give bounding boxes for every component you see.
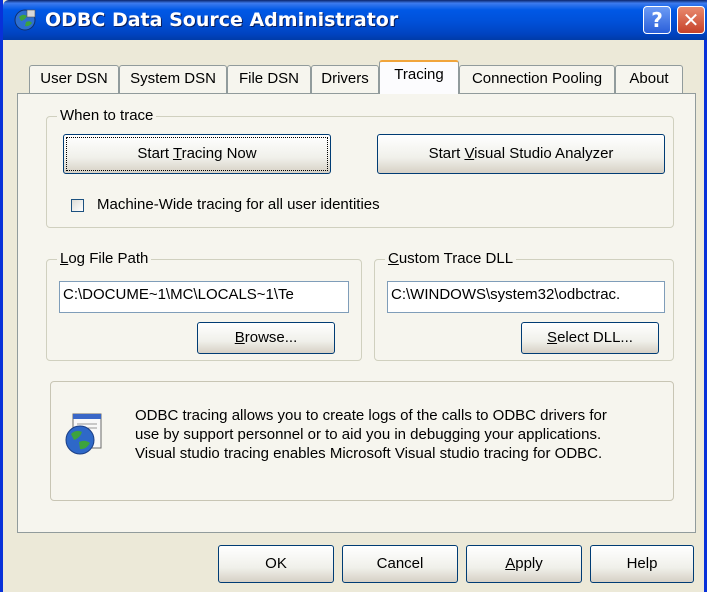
legend-text: ustom Trace DLL	[398, 250, 514, 267]
tab-label: Connection Pooling	[471, 70, 603, 87]
btn-access-key: T	[172, 145, 182, 162]
info-description: ODBC tracing allows you to create logs o…	[135, 406, 667, 463]
btn-text: racing Now	[181, 145, 257, 162]
odbc-globe-icon	[65, 413, 102, 455]
machine-wide-label[interactable]: Machine-Wide tracing for all user identi…	[97, 196, 380, 213]
apply-button[interactable]: Apply	[466, 545, 582, 583]
btn-text: Start	[428, 145, 465, 162]
log-file-path-group: Log File Path C:\DOCUME~1\MC\LOCALS~1\Te…	[46, 250, 362, 361]
machine-wide-checkbox[interactable]	[71, 199, 84, 212]
tab-label: Drivers	[321, 70, 369, 87]
legend-access-key: C	[388, 250, 399, 267]
tracing-panel: When to trace Start Tracing Now Start Vi…	[17, 93, 696, 533]
info-box: ODBC tracing allows you to create logs o…	[50, 381, 674, 501]
help-icon: ?	[651, 8, 663, 32]
when-to-trace-legend: When to trace	[57, 107, 157, 124]
tab-about[interactable]: About	[615, 65, 683, 93]
log-file-path-legend: Log File Path	[57, 250, 152, 267]
tab-label: System DSN	[130, 70, 216, 87]
tab-label: Tracing	[394, 66, 444, 83]
legend-text: og File Path	[68, 250, 149, 267]
select-dll-button[interactable]: Select DLL...	[521, 322, 659, 354]
cancel-button[interactable]: Cancel	[342, 545, 458, 583]
log-file-path-input[interactable]: C:\DOCUME~1\MC\LOCALS~1\Te	[59, 281, 349, 313]
info-line: Visual studio tracing enables Microsoft …	[135, 445, 603, 462]
help-title-button[interactable]: ?	[643, 6, 671, 34]
app-icon	[14, 9, 36, 31]
btn-text: Start	[137, 145, 173, 162]
close-icon: ✕	[682, 8, 700, 32]
tab-label: File DSN	[238, 70, 299, 87]
tab-label: User DSN	[40, 70, 108, 87]
info-line: ODBC tracing allows you to create logs o…	[135, 407, 607, 424]
tab-file-dsn[interactable]: File DSN	[227, 65, 311, 93]
window-title: ODBC Data Source Administrator	[45, 9, 399, 31]
browse-button[interactable]: Browse...	[197, 322, 335, 354]
btn-access-key: S	[547, 329, 558, 346]
tab-user-dsn[interactable]: User DSN	[29, 65, 119, 93]
info-line: use by support personnel or to aid you i…	[135, 426, 602, 443]
custom-trace-dll-legend: Custom Trace DLL	[385, 250, 517, 267]
btn-access-key: A	[505, 555, 516, 572]
close-title-button[interactable]: ✕	[677, 6, 705, 34]
ok-button[interactable]: OK	[218, 545, 334, 583]
custom-trace-dll-input[interactable]: C:\WINDOWS\system32\odbctrac.	[387, 281, 665, 313]
btn-access-key: V	[464, 145, 475, 162]
btn-access-key: B	[234, 329, 245, 346]
when-to-trace-group: When to trace Start Tracing Now Start Vi…	[46, 107, 674, 228]
tab-connection-pooling[interactable]: Connection Pooling	[459, 65, 615, 93]
tab-system-dsn[interactable]: System DSN	[119, 65, 227, 93]
tab-tracing[interactable]: Tracing	[379, 60, 459, 94]
btn-text: pply	[515, 555, 543, 572]
tab-drivers[interactable]: Drivers	[311, 65, 379, 93]
custom-trace-dll-group: Custom Trace DLL C:\WINDOWS\system32\odb…	[374, 250, 674, 361]
btn-text: rowse...	[244, 329, 298, 346]
dialog-window: ODBC Data Source Administrator ? ✕ User …	[0, 0, 707, 592]
title-bar[interactable]: ODBC Data Source Administrator ? ✕	[3, 0, 707, 40]
btn-text: elect DLL...	[557, 329, 633, 346]
start-visual-studio-analyzer-button[interactable]: Start Visual Studio Analyzer	[377, 134, 665, 174]
tab-label: About	[629, 70, 669, 87]
btn-text: isual Studio Analyzer	[474, 145, 614, 162]
start-tracing-now-button[interactable]: Start Tracing Now	[63, 134, 331, 174]
help-button[interactable]: Help	[590, 545, 694, 583]
